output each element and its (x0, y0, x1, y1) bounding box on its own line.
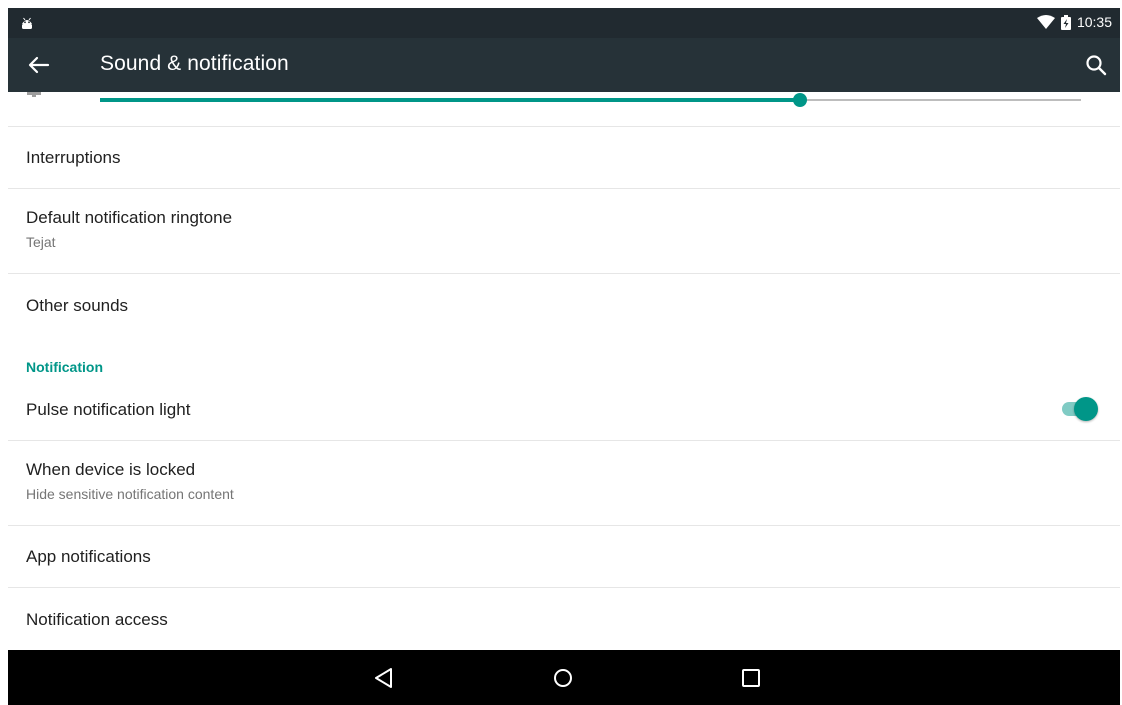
status-bar: 10:35 (8, 8, 1120, 38)
list-item-app-notifications[interactable]: App notifications (8, 525, 1120, 588)
volume-slider-fill (100, 98, 801, 102)
item-title: Default notification ringtone (26, 208, 233, 227)
back-nav-button[interactable] (370, 664, 398, 692)
item-title: Pulse notification light (26, 400, 191, 419)
volume-slider-thumb[interactable] (793, 93, 808, 107)
back-arrow-icon[interactable] (26, 53, 52, 77)
list-item-interruptions[interactable]: Interruptions (8, 126, 1120, 189)
android-icon (22, 17, 32, 29)
battery-charging-icon (1060, 14, 1071, 30)
pulse-light-toggle[interactable] (1058, 397, 1098, 421)
list-item-notification-access[interactable]: Notification access (8, 587, 1120, 650)
recents-nav-icon (742, 669, 760, 687)
volume-slider[interactable] (100, 93, 1081, 107)
home-nav-icon (554, 669, 572, 687)
list-item-default-ringtone[interactable]: Default notification ringtone Tejat (8, 188, 1120, 274)
item-title: When device is locked (26, 460, 196, 479)
section-header-notification: Notification (26, 359, 103, 375)
toolbar: Sound & notification (8, 38, 1120, 92)
item-title: Notification access (26, 610, 168, 629)
settings-list: Interruptions Default notification ringt… (8, 92, 1120, 650)
back-nav-icon (375, 668, 392, 688)
home-nav-button[interactable] (549, 664, 577, 692)
toggle-knob (1074, 397, 1098, 421)
notification-volume-row (8, 92, 1120, 127)
search-icon[interactable] (1084, 53, 1108, 77)
list-item-when-locked[interactable]: When device is locked Hide sensitive not… (8, 440, 1120, 526)
item-subtitle: Tejat (26, 234, 56, 250)
recents-nav-button[interactable] (737, 664, 765, 692)
item-subtitle: Hide sensitive notification content (26, 486, 234, 502)
navigation-bar (8, 650, 1120, 705)
item-title: App notifications (26, 547, 151, 566)
item-title: Interruptions (26, 148, 121, 167)
device-screen: 10:35 Sound & notification Interruptions (8, 8, 1120, 705)
list-item-pulse-light[interactable]: Pulse notification light (8, 378, 1120, 441)
bell-icon (27, 92, 41, 97)
item-title: Other sounds (26, 296, 129, 315)
status-time: 10:35 (1076, 14, 1112, 30)
page-title: Sound & notification (100, 52, 289, 75)
wifi-icon (1036, 15, 1055, 29)
list-item-other-sounds[interactable]: Other sounds (8, 273, 1120, 341)
